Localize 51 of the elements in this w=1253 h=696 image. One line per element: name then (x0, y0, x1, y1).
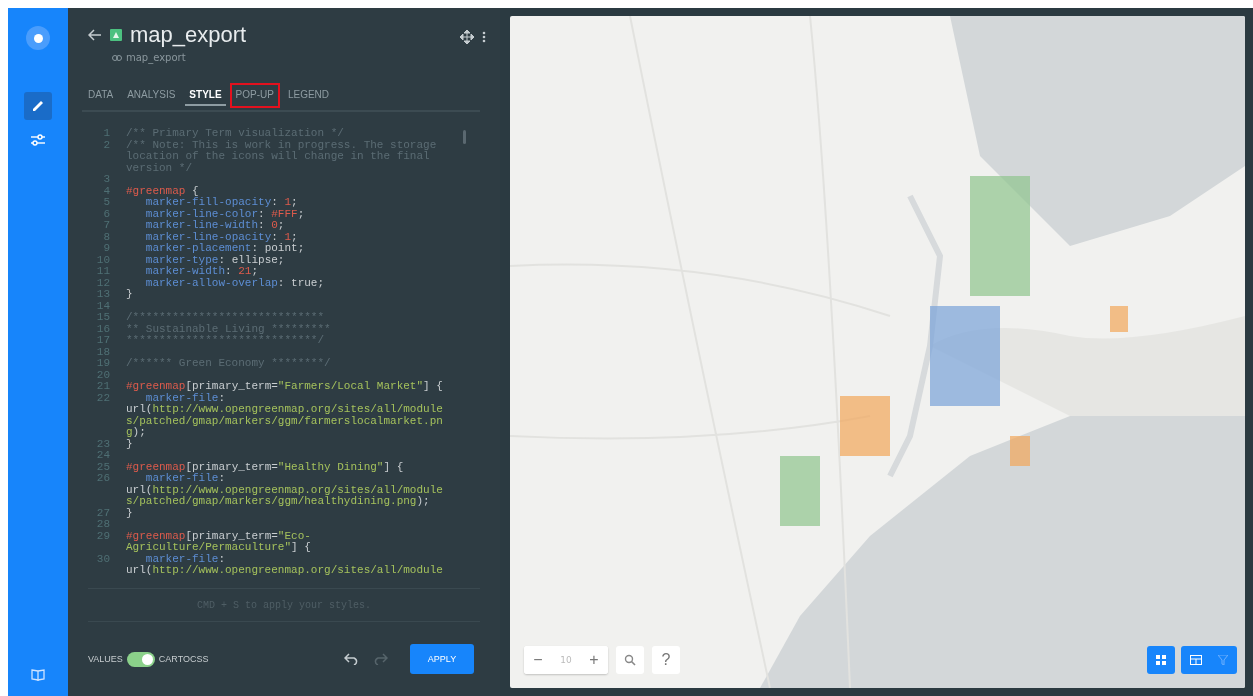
zoom-in-button[interactable]: + (580, 646, 608, 674)
apply-button[interactable]: APPLY (410, 644, 474, 674)
search-button[interactable] (616, 646, 644, 674)
source-name: map_export (126, 52, 186, 63)
more-menu-icon[interactable] (482, 31, 486, 43)
toggle-label: VALUES (88, 654, 123, 664)
tab[interactable]: LEGEND (281, 83, 336, 108)
code-line: #greenmap[primary_term="Healthy Dining"] { (126, 461, 405, 473)
code-line: marker-file: url(http://www.opengreenmap.org/sites/all/modules/patched/gmap/markers/ggm/healthydining.png); (126, 473, 444, 508)
toggle-label: CARTOCSS (158, 654, 209, 664)
tab[interactable]: POP-UP (229, 83, 280, 108)
undo-button[interactable] (344, 653, 360, 665)
book-icon[interactable] (31, 668, 45, 682)
code-line: } (126, 289, 134, 301)
code-line: } (126, 438, 134, 450)
link-icon (112, 53, 122, 62)
code-line: #greenmap { (126, 185, 200, 197)
code-line: *****************************/ (126, 335, 326, 347)
search-icon (624, 654, 636, 666)
code-line: marker-line-width: 0; (144, 220, 286, 232)
code-line: #greenmap[primary_term="Eco-Agriculture/Permaculture"] { (126, 530, 312, 554)
back-arrow-icon[interactable] (88, 29, 102, 41)
code-line: marker-fill-opacity: 1; (144, 197, 299, 209)
zoom-level: 10 (559, 654, 573, 667)
grid-icon (1156, 655, 1166, 665)
logo-icon (26, 26, 50, 50)
layer-title: map_export (130, 22, 247, 48)
code-line: /***************************** (126, 312, 326, 324)
code-line: marker-line-color: #FFF; (144, 208, 306, 220)
code-line: marker-file: url(http://www.opengreenmap.org/sites/all/modules/patched/gmap/markers/ggm/farmerslocalmarket.png); (126, 392, 444, 439)
tab[interactable]: ANALYSIS (121, 83, 182, 108)
code-line: marker-allow-overlap: true; (144, 277, 326, 289)
tab[interactable]: DATA (82, 83, 120, 108)
code-line: marker-file: url(http://www.opengreenmap.org/sites/all/module (126, 553, 444, 577)
code-line: marker-width: 21; (144, 266, 260, 278)
dataset-icon (110, 29, 122, 41)
code-line: #greenmap[primary_term="Farmers/Local Market"] { (126, 381, 444, 393)
code-line: marker-placement: point; (144, 243, 306, 255)
widgets-button[interactable] (1147, 646, 1175, 674)
code-line: marker-type: ellipse; (144, 254, 286, 266)
settings-icon (29, 131, 47, 149)
scrollbar[interactable] (463, 130, 466, 144)
table-icon[interactable] (1190, 655, 1202, 665)
tab[interactable]: STYLE (183, 83, 228, 108)
code-line: marker-line-opacity: 1; (144, 231, 299, 243)
sidebar-button[interactable] (24, 92, 52, 120)
help-button[interactable]: ? (652, 646, 680, 674)
toggle-switch[interactable] (126, 651, 155, 667)
code-line: } (126, 507, 134, 519)
zoom-out-button[interactable]: − (524, 646, 552, 674)
move-icon[interactable] (460, 30, 474, 44)
